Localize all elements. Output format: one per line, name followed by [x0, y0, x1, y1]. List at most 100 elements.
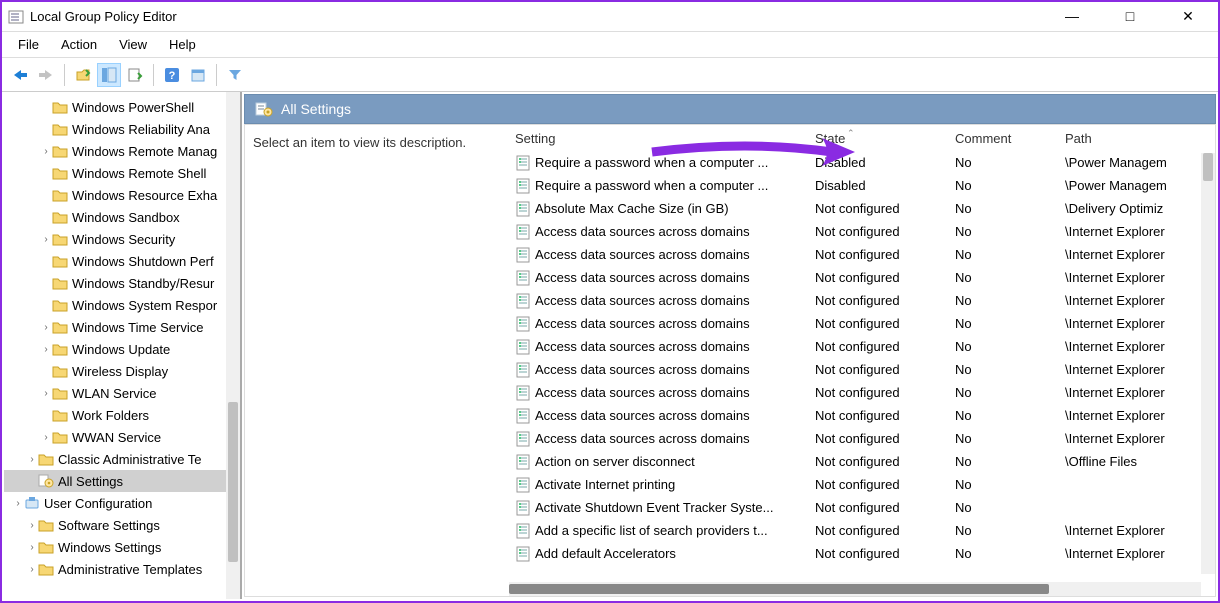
- cell-state: Not configured: [807, 431, 947, 446]
- list-row[interactable]: Access data sources across domainsNot co…: [507, 243, 1215, 266]
- cell-state: Disabled: [807, 155, 947, 170]
- expand-icon[interactable]: ›: [26, 520, 38, 531]
- help-button[interactable]: ?: [160, 63, 184, 87]
- tree-item[interactable]: Windows Remote Shell: [4, 162, 240, 184]
- list-row[interactable]: Access data sources across domainsNot co…: [507, 335, 1215, 358]
- list-row[interactable]: Access data sources across domainsNot co…: [507, 266, 1215, 289]
- expand-icon[interactable]: ›: [40, 234, 52, 245]
- menu-view[interactable]: View: [109, 35, 157, 54]
- tree-item[interactable]: All Settings: [4, 470, 240, 492]
- tree-item[interactable]: Windows System Respor: [4, 294, 240, 316]
- list-row[interactable]: Activate Shutdown Event Tracker Syste...…: [507, 496, 1215, 519]
- expand-icon[interactable]: ›: [40, 432, 52, 443]
- cell-setting: Activate Internet printing: [507, 477, 807, 493]
- list-row[interactable]: Add default AcceleratorsNot configuredNo…: [507, 542, 1215, 565]
- tree-item[interactable]: ›Administrative Templates: [4, 558, 240, 580]
- cell-path: \Power Managem: [1057, 178, 1215, 193]
- col-header-comment[interactable]: Comment: [947, 131, 1057, 146]
- list-row[interactable]: Access data sources across domainsNot co…: [507, 358, 1215, 381]
- cell-setting: Access data sources across domains: [507, 408, 807, 424]
- tree-item[interactable]: Work Folders: [4, 404, 240, 426]
- tree-item[interactable]: ›WLAN Service: [4, 382, 240, 404]
- cell-setting: Add default Accelerators: [507, 546, 807, 562]
- list-row[interactable]: Access data sources across domainsNot co…: [507, 404, 1215, 427]
- expand-icon[interactable]: ›: [26, 564, 38, 575]
- tree-item[interactable]: › Windows Settings: [4, 536, 240, 558]
- cell-state: Not configured: [807, 201, 947, 216]
- tree-item[interactable]: Windows PowerShell: [4, 96, 240, 118]
- forward-button[interactable]: [34, 63, 58, 87]
- export-list-button[interactable]: [123, 63, 147, 87]
- close-button[interactable]: ✕: [1168, 8, 1208, 25]
- tree-item[interactable]: Windows Standby/Resur: [4, 272, 240, 294]
- folder-icon: [52, 166, 68, 180]
- tree-item-label: Windows Settings: [58, 540, 161, 555]
- tree-item[interactable]: ›Windows Remote Manag: [4, 140, 240, 162]
- back-button[interactable]: [8, 63, 32, 87]
- menu-file[interactable]: File: [8, 35, 49, 54]
- tree-item[interactable]: ›Windows Security: [4, 228, 240, 250]
- menu-help[interactable]: Help: [159, 35, 206, 54]
- menu-action[interactable]: Action: [51, 35, 107, 54]
- filter-button[interactable]: [223, 63, 247, 87]
- list-row[interactable]: Require a password when a computer ...Di…: [507, 151, 1215, 174]
- policy-item-icon: [515, 201, 531, 217]
- folder-icon: [38, 452, 54, 466]
- tree-item[interactable]: Windows Sandbox: [4, 206, 240, 228]
- tree-item[interactable]: ›Software Settings: [4, 514, 240, 536]
- cell-path: \Offline Files: [1057, 454, 1215, 469]
- cell-state: Not configured: [807, 385, 947, 400]
- tree-item[interactable]: ›WWAN Service: [4, 426, 240, 448]
- expand-icon[interactable]: ›: [26, 542, 38, 553]
- list-row[interactable]: Access data sources across domainsNot co…: [507, 220, 1215, 243]
- list-row[interactable]: Add a specific list of search providers …: [507, 519, 1215, 542]
- expand-icon[interactable]: ›: [26, 454, 38, 465]
- tree-item[interactable]: Wireless Display: [4, 360, 240, 382]
- tree-item[interactable]: Windows Resource Exha: [4, 184, 240, 206]
- expand-icon[interactable]: ›: [12, 498, 24, 509]
- list-row[interactable]: Require a password when a computer ...Di…: [507, 174, 1215, 197]
- cell-state: Not configured: [807, 247, 947, 262]
- properties-button[interactable]: [186, 63, 210, 87]
- tree-item[interactable]: Windows Reliability Ana: [4, 118, 240, 140]
- col-header-state[interactable]: ⌃ State: [807, 131, 947, 146]
- col-header-path[interactable]: Path: [1057, 131, 1215, 146]
- maximize-button[interactable]: □: [1110, 8, 1150, 25]
- list-scrollbar-vertical[interactable]: [1201, 153, 1215, 574]
- folder-icon: [38, 540, 54, 554]
- list-row[interactable]: Activate Internet printingNot configured…: [507, 473, 1215, 496]
- minimize-button[interactable]: —: [1052, 8, 1092, 25]
- tree-scrollbar[interactable]: [226, 92, 240, 599]
- list-row[interactable]: Access data sources across domainsNot co…: [507, 312, 1215, 335]
- cell-comment: No: [947, 247, 1057, 262]
- cell-setting: Activate Shutdown Event Tracker Syste...: [507, 500, 807, 516]
- list-scroll-thumb-v[interactable]: [1203, 153, 1213, 181]
- expand-icon[interactable]: ›: [40, 146, 52, 157]
- tree-item[interactable]: Windows Shutdown Perf: [4, 250, 240, 272]
- expand-icon[interactable]: ›: [40, 388, 52, 399]
- folder-icon: [52, 276, 68, 290]
- expand-icon[interactable]: ›: [40, 322, 52, 333]
- expand-icon[interactable]: ›: [40, 344, 52, 355]
- tree-item[interactable]: ›Classic Administrative Te: [4, 448, 240, 470]
- col-header-setting[interactable]: Setting: [507, 131, 807, 146]
- tree-item[interactable]: ›Windows Time Service: [4, 316, 240, 338]
- policy-item-icon: [515, 339, 531, 355]
- list-row[interactable]: Access data sources across domainsNot co…: [507, 289, 1215, 312]
- policy-item-icon: [515, 385, 531, 401]
- list-scrollbar-horizontal[interactable]: [509, 582, 1201, 596]
- list-scroll-thumb-h[interactable]: [509, 584, 1049, 594]
- list-row[interactable]: Absolute Max Cache Size (in GB)Not confi…: [507, 197, 1215, 220]
- cell-state: Not configured: [807, 523, 947, 538]
- tree-item[interactable]: ›Windows Update: [4, 338, 240, 360]
- tree-scroll-thumb[interactable]: [228, 402, 238, 562]
- list-row[interactable]: Action on server disconnectNot configure…: [507, 450, 1215, 473]
- policy-item-icon: [515, 500, 531, 516]
- tree-item[interactable]: ›User Configuration: [4, 492, 240, 514]
- list-row[interactable]: Access data sources across domainsNot co…: [507, 381, 1215, 404]
- up-button[interactable]: [71, 63, 95, 87]
- list-row[interactable]: Access data sources across domainsNot co…: [507, 427, 1215, 450]
- folder-icon: [52, 342, 68, 356]
- policy-item-icon: [515, 316, 531, 332]
- show-hide-tree-button[interactable]: [97, 63, 121, 87]
